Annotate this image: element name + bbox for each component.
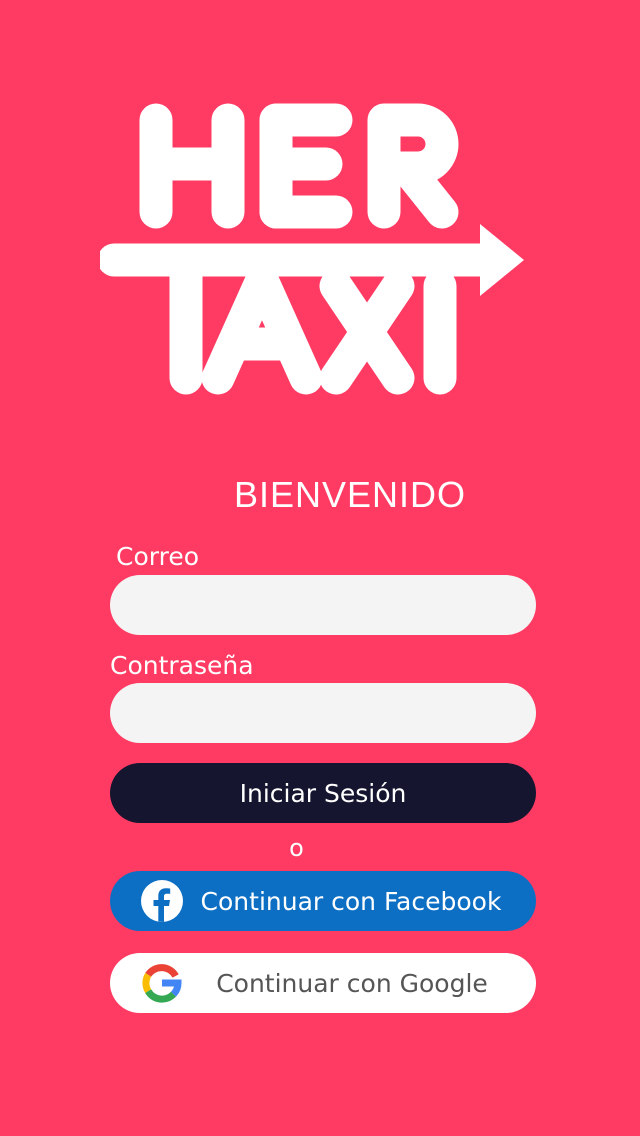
facebook-login-button[interactable]: Continuar con Facebook [110,871,536,931]
password-label: Contraseña [110,651,254,680]
hertaxi-logo [100,103,524,395]
welcome-heading: BIENVENIDO [233,474,467,515]
email-label: Correo [116,542,199,571]
google-button-label: Continuar con Google [216,968,488,998]
email-field[interactable] [110,575,536,635]
facebook-button-label: Continuar con Facebook [200,886,502,916]
google-login-button[interactable]: Continuar con Google [110,953,536,1013]
login-button-label: Iniciar Sesión [239,778,407,808]
google-logo-icon [142,964,182,1003]
login-button[interactable]: Iniciar Sesión [110,763,536,823]
password-field[interactable] [110,683,536,743]
facebook-logo-icon [141,880,183,922]
or-separator: o [289,834,304,862]
